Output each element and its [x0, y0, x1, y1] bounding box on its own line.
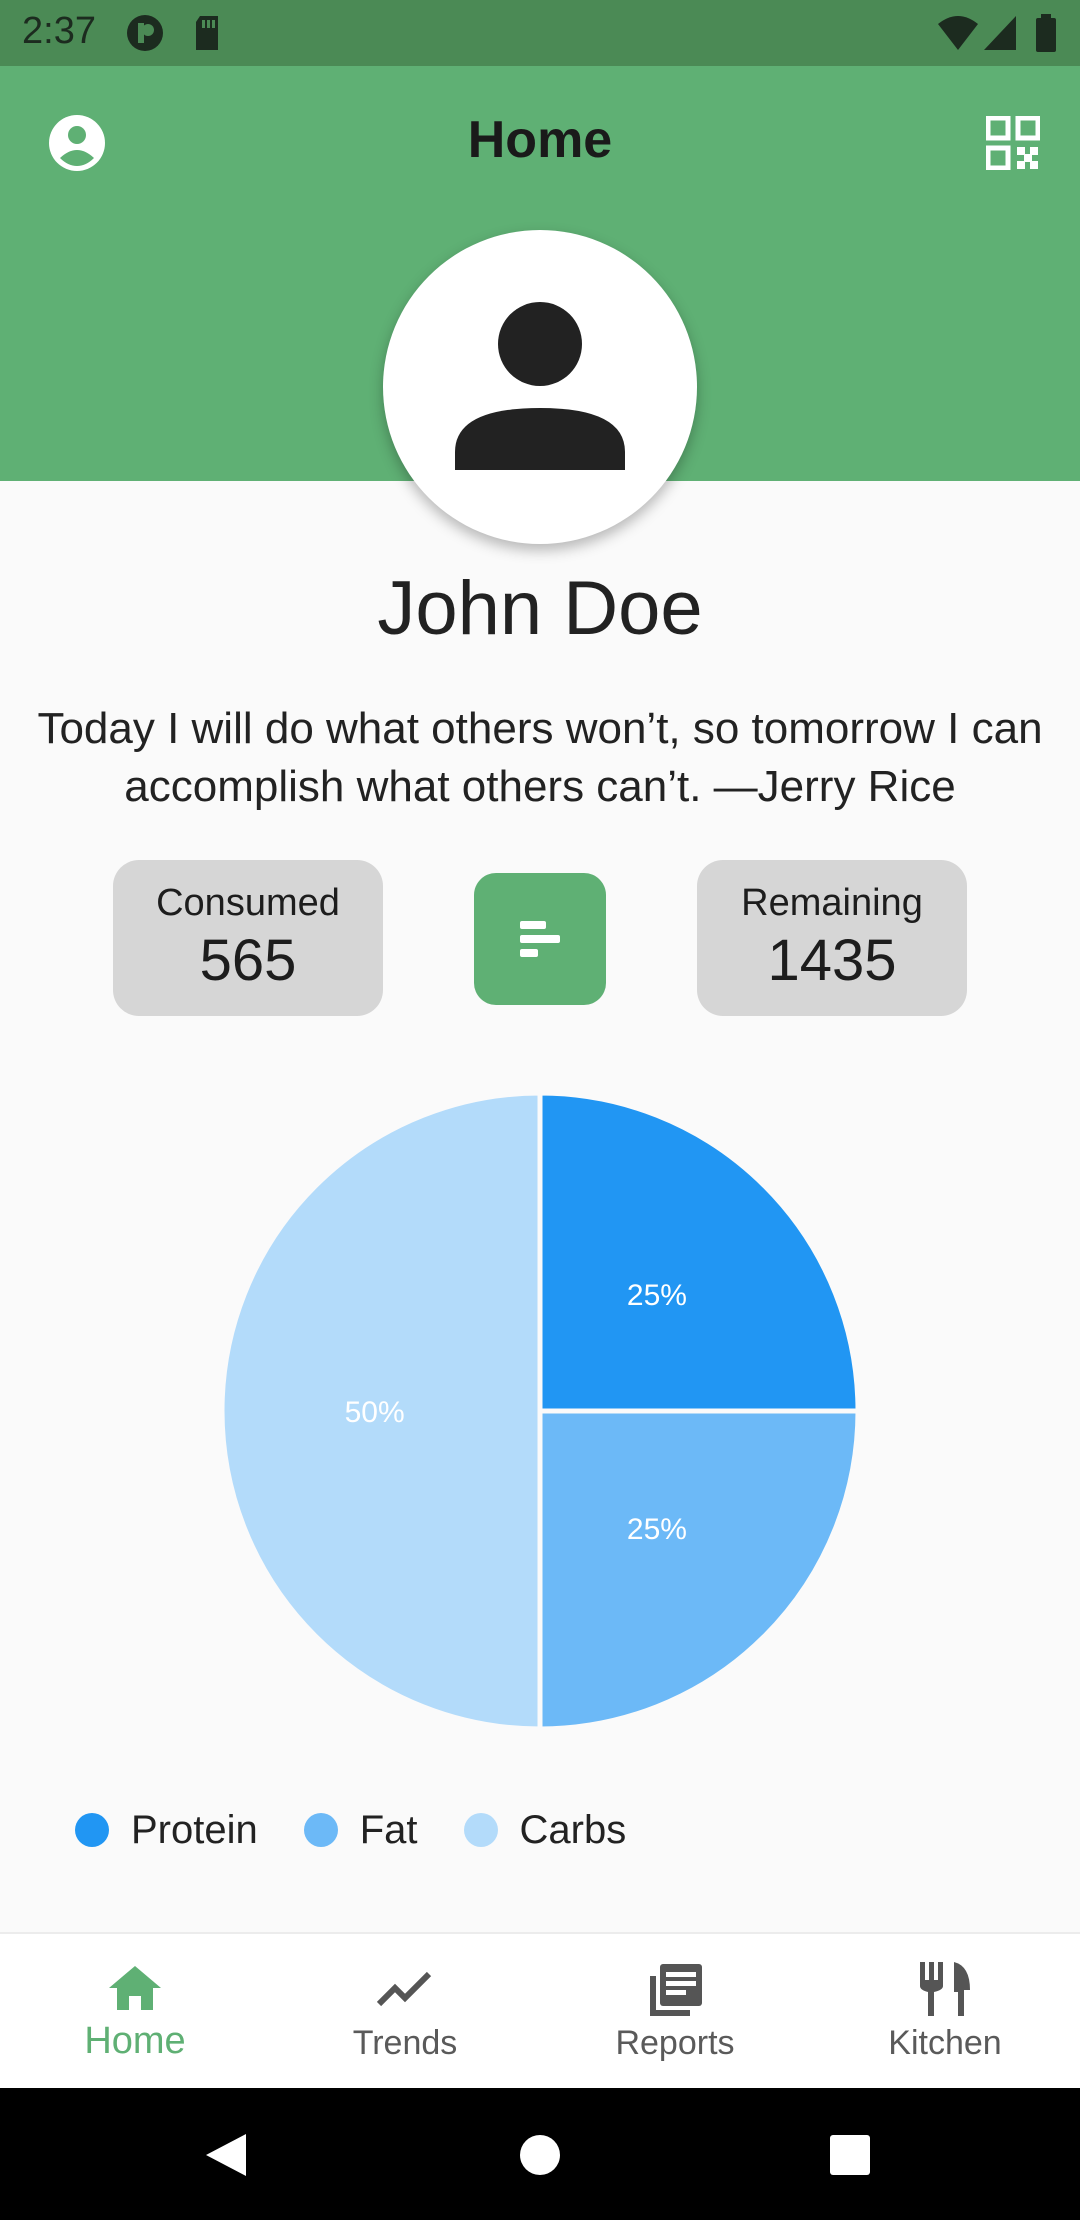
- chart-legend: Protein Fat Carbs: [75, 1800, 672, 1860]
- nav-item-trends[interactable]: Trends: [270, 1934, 540, 2088]
- cellular-signal-icon: [984, 16, 1016, 50]
- nav-label-kitchen: Kitchen: [888, 2024, 1002, 2062]
- status-time: 2:37: [22, 10, 96, 52]
- sort-icon: [520, 921, 560, 957]
- wifi-icon: [938, 16, 978, 50]
- trending-icon: [377, 1971, 432, 2007]
- macro-pie-chart: 25% 25% 50%: [219, 1090, 861, 1732]
- remaining-card: Remaining 1435: [697, 860, 967, 1016]
- person-icon: [455, 302, 625, 470]
- legend-dot: [463, 1813, 498, 1847]
- status-bar: 2:37: [0, 0, 1080, 66]
- nav-label-trends: Trends: [352, 2024, 458, 2062]
- reports-icon: [650, 1964, 702, 2016]
- qr-code-icon[interactable]: [986, 116, 1040, 170]
- nav-item-kitchen[interactable]: Kitchen: [810, 1934, 1080, 2088]
- user-name: John Doe: [377, 566, 703, 651]
- legend-item-carbs: Carbs: [463, 1807, 627, 1853]
- nav-label-reports: Reports: [615, 2024, 735, 2062]
- legend-label: Carbs: [519, 1807, 627, 1852]
- remaining-label: Remaining: [741, 882, 923, 924]
- sd-card-icon: [196, 16, 218, 50]
- app-notification-icon: [127, 15, 163, 51]
- cutlery-icon: [920, 1962, 970, 2016]
- legend-dot: [303, 1813, 338, 1847]
- bottom-navigation: Home Trends Reports Kitchen: [0, 1932, 1080, 2088]
- legend-item-fat: Fat: [303, 1807, 418, 1853]
- consumed-card: Consumed 565: [113, 860, 383, 1016]
- legend-label: Protein: [131, 1807, 258, 1852]
- home-system-icon[interactable]: [519, 2134, 561, 2176]
- remaining-value: 1435: [767, 928, 897, 993]
- pie-label-protein: 25%: [627, 1279, 687, 1312]
- consumed-value: 565: [199, 928, 297, 993]
- pie-label-fat: 25%: [627, 1513, 687, 1546]
- consumed-label: Consumed: [156, 882, 340, 924]
- page-title: Home: [467, 111, 613, 169]
- motivational-quote: Today I will do what others won’t, so to…: [37, 704, 1043, 811]
- avatar[interactable]: [383, 230, 697, 544]
- nav-label-home: Home: [84, 2020, 186, 2062]
- pie-slice-protein: [537, 1090, 861, 1414]
- nav-item-home[interactable]: Home: [0, 1934, 270, 2088]
- home-icon: [109, 1966, 161, 2010]
- battery-icon: [1036, 14, 1056, 52]
- legend-item-protein: Protein: [75, 1808, 258, 1853]
- back-icon[interactable]: [204, 2132, 248, 2178]
- pie-label-carbs: 50%: [345, 1396, 405, 1429]
- recents-icon[interactable]: [829, 2134, 871, 2176]
- system-navigation-bar: [0, 2088, 1080, 2220]
- pie-slice-fat: [537, 1408, 861, 1732]
- nav-item-reports[interactable]: Reports: [540, 1934, 810, 2088]
- legend-label: Fat: [359, 1807, 418, 1852]
- sort-button[interactable]: [474, 873, 606, 1005]
- legend-dot: [75, 1813, 109, 1847]
